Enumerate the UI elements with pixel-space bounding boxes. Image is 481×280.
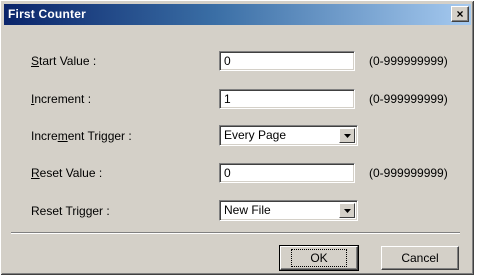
separator — [11, 232, 460, 234]
reset-trigger-value: New File — [224, 203, 271, 217]
close-button[interactable]: × — [451, 6, 469, 22]
dialog-title: First Counter — [8, 7, 86, 21]
reset-value-input[interactable]: 0 — [219, 163, 355, 183]
start-value-label: Start Value : — [31, 54, 97, 68]
first-counter-dialog: First Counter × Start Value : 0 (0-99999… — [0, 0, 475, 276]
increment-trigger-select[interactable]: Every Page — [219, 125, 358, 146]
reset-trigger-dropdown-button[interactable] — [339, 203, 355, 218]
start-value-range: (0-999999999) — [369, 54, 448, 68]
reset-trigger-select[interactable]: New File — [219, 200, 358, 221]
start-value-input[interactable]: 0 — [219, 51, 355, 71]
reset-value-label: Reset Value : — [31, 166, 103, 180]
reset-value-range: (0-999999999) — [369, 166, 448, 180]
cancel-button[interactable]: Cancel — [381, 246, 459, 270]
ok-button-label: OK — [291, 249, 347, 267]
chevron-down-icon — [343, 208, 351, 213]
ok-button[interactable]: OK — [279, 245, 359, 271]
chevron-down-icon — [343, 133, 351, 138]
reset-trigger-label: Reset Trigger : — [31, 204, 110, 218]
increment-trigger-value: Every Page — [224, 128, 287, 142]
increment-label: Increment : — [31, 92, 92, 106]
increment-input[interactable]: 1 — [219, 89, 355, 109]
increment-trigger-dropdown-button[interactable] — [339, 128, 355, 143]
increment-trigger-label: Increment Trigger : — [31, 129, 132, 143]
title-bar: First Counter × — [4, 4, 471, 25]
cancel-button-label: Cancel — [401, 251, 439, 265]
increment-range: (0-999999999) — [369, 92, 448, 106]
close-icon: × — [456, 7, 464, 21]
